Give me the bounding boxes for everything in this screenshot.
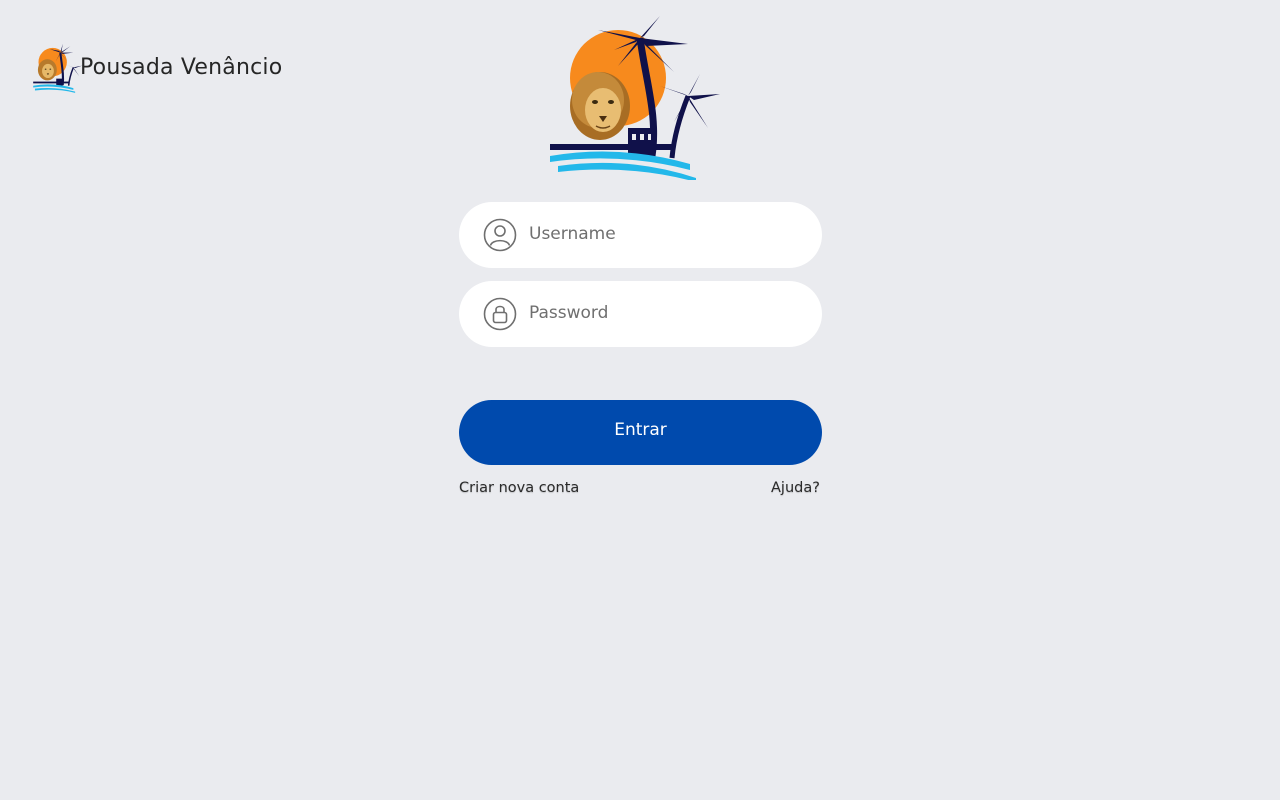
user-icon bbox=[483, 218, 517, 252]
brand: Pousada Venâncio bbox=[32, 40, 282, 96]
palm-lion-logo-icon bbox=[550, 16, 720, 180]
login-button[interactable]: Entrar bbox=[459, 400, 822, 465]
lock-icon bbox=[483, 297, 517, 331]
brand-logo-icon bbox=[33, 43, 83, 93]
password-field[interactable] bbox=[459, 281, 822, 347]
create-account-link[interactable]: Criar nova conta bbox=[459, 480, 579, 496]
help-link[interactable]: Ajuda? bbox=[771, 480, 820, 496]
username-input[interactable] bbox=[529, 214, 800, 254]
hero-logo bbox=[548, 16, 724, 180]
brand-name: Pousada Venâncio bbox=[80, 55, 283, 80]
password-input[interactable] bbox=[529, 293, 800, 333]
username-field[interactable] bbox=[459, 202, 822, 268]
